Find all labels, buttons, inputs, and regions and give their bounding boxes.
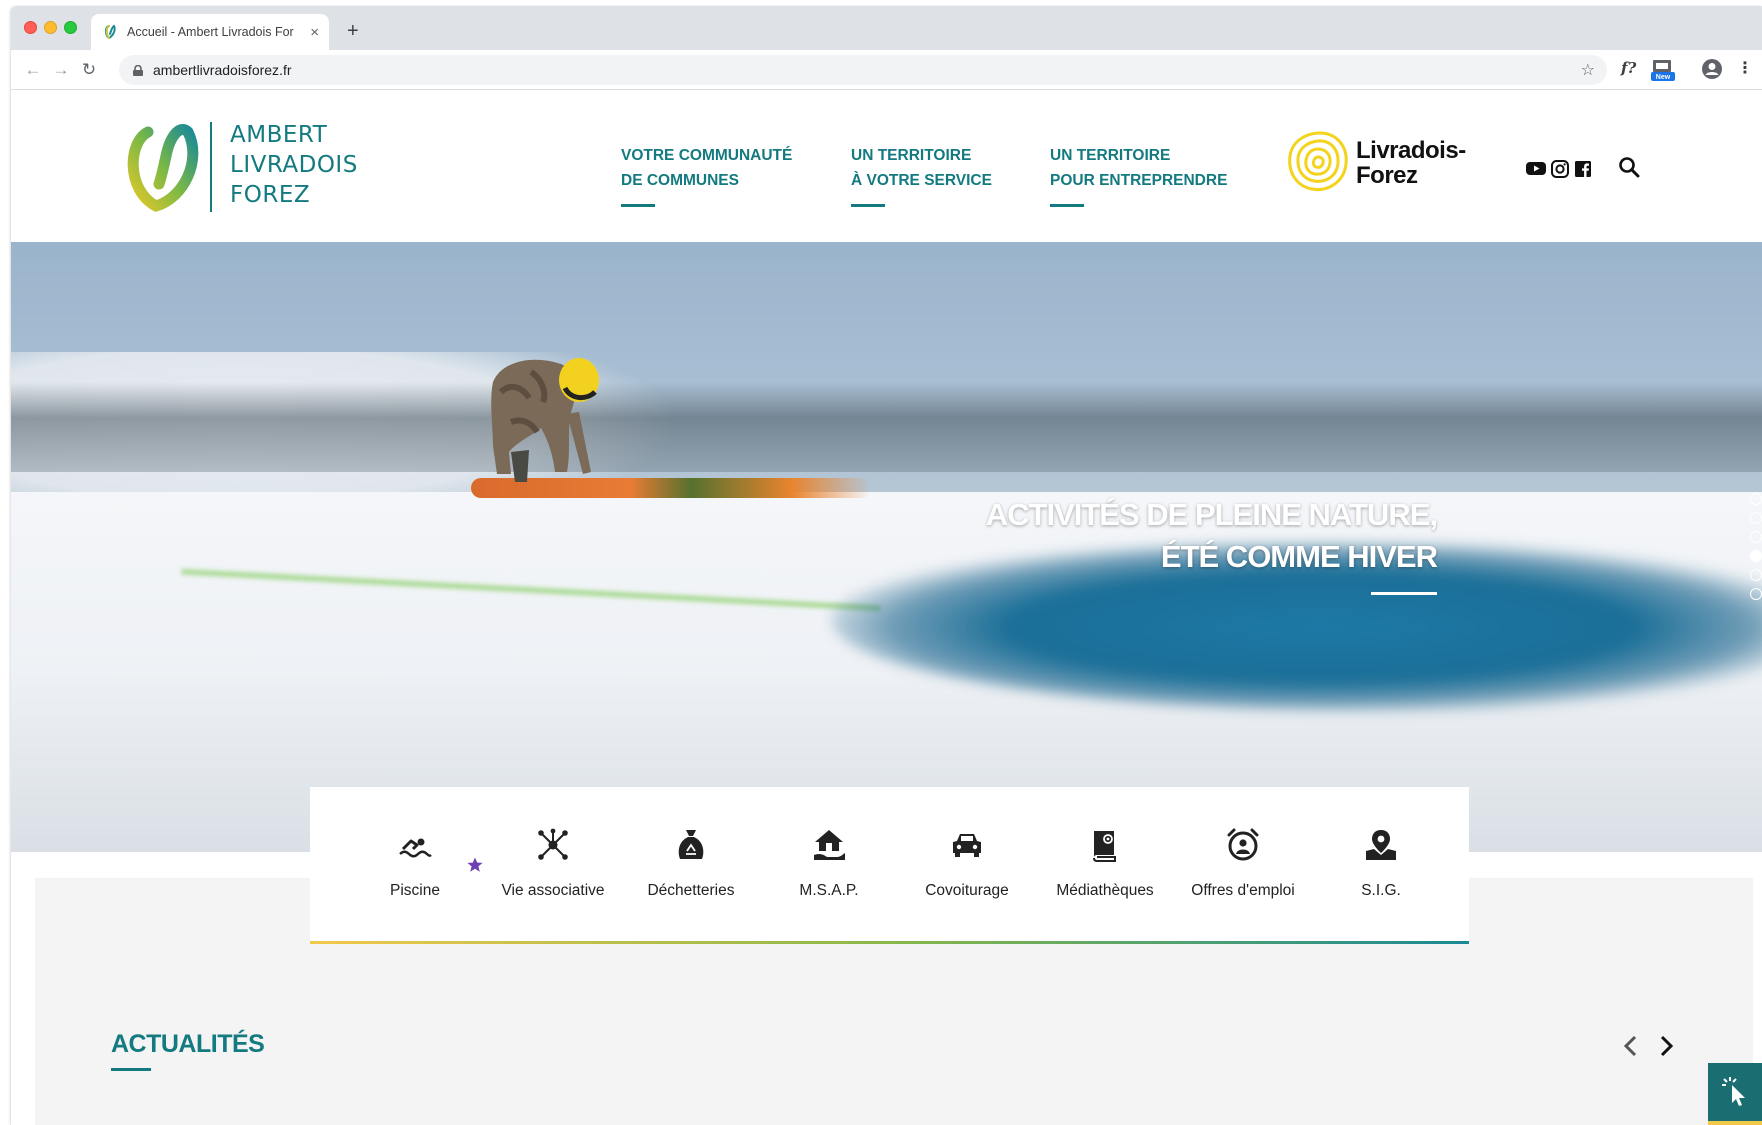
- news-next-arrow-icon[interactable]: [1656, 1033, 1676, 1059]
- quick-access-gradient-bar: [310, 941, 1469, 944]
- tab-close-icon[interactable]: ×: [310, 25, 319, 40]
- parc-livradois-forez-logo[interactable]: Livradois- Forez: [1286, 130, 1476, 196]
- address-bar[interactable]: ambertlivradoisforez.fr ☆: [119, 55, 1607, 85]
- quick-mediatheques[interactable]: Médiathèques: [1036, 827, 1174, 900]
- slider-dot-3[interactable]: [1750, 531, 1762, 543]
- nav-territoire-service[interactable]: UN TERRITOIRE À VOTRE SERVICE: [851, 143, 992, 207]
- slider-dot-2[interactable]: [1750, 512, 1762, 524]
- quick-access-panel: Piscine Vie associative Déchetteries M.S…: [310, 787, 1469, 944]
- quick-offres-emploi[interactable]: Offres d'emploi: [1174, 827, 1312, 900]
- new-tab-button[interactable]: +: [347, 21, 359, 41]
- forward-button[interactable]: →: [49, 58, 73, 82]
- nav-underline: [621, 204, 655, 207]
- slider-pagination: [1750, 493, 1762, 607]
- tab-title: Accueil - Ambert Livradois For: [127, 25, 294, 39]
- zoom-window-button[interactable]: [64, 21, 77, 34]
- browser-window: Accueil - Ambert Livradois For × + ← → ↻…: [11, 6, 1762, 1125]
- tree-rings-logo-icon: [1288, 131, 1348, 192]
- site-header: AMBERT LIVRADOIS FOREZ VOTRE COMMUNAUTÉ …: [11, 90, 1762, 242]
- bookmark-star-icon[interactable]: ☆: [1581, 60, 1595, 80]
- minimize-window-button[interactable]: [44, 21, 57, 34]
- youtube-icon[interactable]: [1525, 157, 1547, 179]
- browser-menu-icon[interactable]: ⋮: [1737, 58, 1753, 78]
- network-icon: [538, 828, 568, 860]
- back-button[interactable]: ←: [21, 58, 45, 82]
- quick-piscine[interactable]: Piscine: [346, 827, 484, 900]
- hero-slider[interactable]: ACTIVITÉS DE PLEINE NATURE, ÉTÉ COMME HI…: [11, 242, 1762, 852]
- news-title: ACTUALITÉS: [111, 1030, 265, 1058]
- hero-caption-underline: [1371, 592, 1437, 595]
- quick-covoiturage[interactable]: Covoiturage: [898, 827, 1036, 900]
- nav-votre-communaute[interactable]: VOTRE COMMUNAUTÉ DE COMMUNES: [621, 143, 792, 207]
- partner-wordmark: Livradois- Forez: [1356, 137, 1466, 189]
- map-pin-icon: [1366, 830, 1396, 860]
- recycle-bag-icon: [678, 830, 704, 859]
- heart-logo-icon: [127, 124, 199, 212]
- slider-dot-4[interactable]: [1750, 550, 1762, 562]
- tab-bar: Accueil - Ambert Livradois For × +: [11, 6, 1762, 50]
- hero-person-figure: [491, 358, 599, 482]
- logo-wordmark: AMBERT LIVRADOIS FOREZ: [230, 122, 358, 208]
- hero-caption[interactable]: ACTIVITÉS DE PLEINE NATURE, ÉTÉ COMME HI…: [986, 494, 1438, 578]
- svg-text:New: New: [1656, 74, 1671, 81]
- site-logo[interactable]: AMBERT LIVRADOIS FOREZ: [126, 120, 376, 214]
- hero-bg-forest: [11, 382, 1762, 472]
- search-icon[interactable]: [1618, 156, 1640, 178]
- font-finder-extension-icon[interactable]: f?: [1621, 59, 1636, 77]
- accessibility-button[interactable]: [1708, 1063, 1762, 1125]
- car-icon: [953, 834, 981, 857]
- reload-button[interactable]: ↻: [77, 58, 101, 82]
- url-text: ambertlivradoisforez.fr: [153, 62, 292, 78]
- favorite-star-icon: [467, 857, 483, 872]
- job-clock-icon: [1227, 828, 1259, 861]
- logo-divider: [210, 122, 212, 212]
- browser-tab-active[interactable]: Accueil - Ambert Livradois For ×: [91, 14, 329, 50]
- instagram-icon[interactable]: [1550, 157, 1570, 179]
- cursor-click-icon: [1722, 1077, 1745, 1106]
- book-icon: [1093, 831, 1116, 862]
- webpage: AMBERT LIVRADOIS FOREZ VOTRE COMMUNAUTÉ …: [11, 90, 1762, 1125]
- swimmer-icon: [399, 838, 432, 858]
- news-title-underline: [111, 1068, 151, 1071]
- slider-dot-1[interactable]: [1750, 493, 1762, 505]
- quick-sig[interactable]: S.I.G.: [1312, 827, 1450, 900]
- accessibility-button-bar: [1708, 1121, 1762, 1125]
- slider-dot-6[interactable]: [1750, 588, 1762, 600]
- account-avatar-icon[interactable]: [1701, 58, 1723, 80]
- quick-msap[interactable]: M.S.A.P.: [760, 827, 898, 900]
- nav-underline: [851, 204, 885, 207]
- site-favicon-icon: [105, 24, 116, 40]
- nav-territoire-entreprendre[interactable]: UN TERRITOIRE POUR ENTREPRENDRE: [1050, 143, 1227, 207]
- nav-underline: [1050, 204, 1084, 207]
- lock-icon: [133, 64, 143, 76]
- extension-new-icon[interactable]: New: [1651, 58, 1675, 82]
- house-hand-icon: [814, 830, 845, 860]
- news-prev-arrow-icon[interactable]: [1621, 1033, 1641, 1059]
- quick-dechetteries[interactable]: Déchetteries: [622, 827, 760, 900]
- close-window-button[interactable]: [24, 21, 37, 34]
- facebook-icon[interactable]: [1573, 157, 1593, 179]
- quick-vie-associative[interactable]: Vie associative: [484, 827, 622, 900]
- browser-toolbar: ← → ↻ ambertlivradoisforez.fr ☆ f? New ⋮: [11, 50, 1762, 90]
- slider-dot-5[interactable]: [1750, 569, 1762, 581]
